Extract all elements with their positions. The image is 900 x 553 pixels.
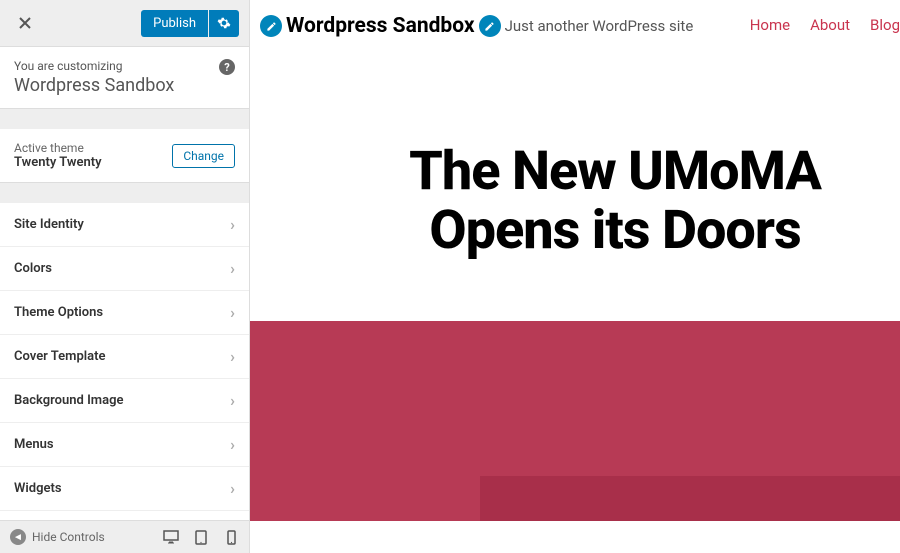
active-theme-label: Active theme (14, 141, 102, 155)
publish-group: Publish (141, 10, 239, 37)
section-menus[interactable]: Menus › (0, 423, 249, 467)
tablet-icon[interactable] (193, 529, 209, 545)
pencil-icon (266, 21, 277, 32)
theme-name: Twenty Twenty (14, 155, 102, 170)
hero-image-band (250, 321, 900, 521)
chevron-right-icon: › (230, 479, 235, 498)
site-title: Wordpress Sandbox (286, 14, 475, 38)
collapse-icon: ◄ (10, 529, 26, 545)
hide-controls-button[interactable]: ◄ Hide Controls (10, 529, 105, 545)
chevron-right-icon: › (230, 259, 235, 278)
device-preview-group (163, 529, 239, 545)
nav-link-about[interactable]: About (810, 16, 850, 34)
help-icon[interactable]: ? (219, 59, 235, 75)
pencil-icon (484, 21, 495, 32)
change-theme-button[interactable]: Change (172, 144, 235, 168)
preview-pane: Wordpress Sandbox Just another WordPress… (250, 0, 900, 553)
primary-nav: Home About Blog (750, 16, 900, 34)
chevron-right-icon: › (230, 347, 235, 366)
mobile-icon[interactable] (223, 529, 239, 545)
customizing-site-title: Wordpress Sandbox (14, 75, 235, 96)
sidebar-top-bar: Publish (0, 0, 249, 47)
section-widgets[interactable]: Widgets › (0, 467, 249, 511)
section-label: Colors (14, 261, 52, 276)
close-button[interactable] (10, 8, 40, 38)
sidebar-footer: ◄ Hide Controls (0, 520, 249, 553)
section-label: Theme Options (14, 305, 103, 320)
section-homepage-settings[interactable]: Homepage Settings› (0, 511, 249, 520)
section-label: Widgets (14, 481, 62, 496)
nav-link-blog[interactable]: Blog (870, 16, 900, 34)
customizing-panel: You are customizing Wordpress Sandbox ? (0, 47, 249, 109)
edit-shortcut-title[interactable] (260, 15, 282, 37)
site-tagline: Just another WordPress site (505, 17, 694, 35)
section-label: Background Image (14, 393, 123, 408)
section-site-identity[interactable]: Site Identity › (0, 203, 249, 247)
theme-info: Active theme Twenty Twenty (14, 141, 102, 170)
section-cover-template[interactable]: Cover Template › (0, 335, 249, 379)
publish-button[interactable]: Publish (141, 10, 208, 37)
hero-overlay (480, 476, 900, 521)
chevron-right-icon: › (230, 303, 235, 322)
section-label: Cover Template (14, 349, 106, 364)
nav-link-home[interactable]: Home (750, 16, 790, 34)
gear-icon (217, 16, 231, 30)
hide-controls-label: Hide Controls (32, 530, 105, 544)
chevron-right-icon: › (230, 215, 235, 234)
desktop-icon[interactable] (163, 529, 179, 545)
section-label: Site Identity (14, 217, 84, 232)
close-icon (19, 17, 31, 29)
customizer-sidebar: Publish You are customizing Wordpress Sa… (0, 0, 250, 553)
section-theme-options[interactable]: Theme Options › (0, 291, 249, 335)
section-background-image[interactable]: Background Image › (0, 379, 249, 423)
section-colors[interactable]: Colors › (0, 247, 249, 291)
edit-shortcut-tagline[interactable] (479, 15, 501, 37)
sections-list: Site Identity › Colors › Theme Options › Co… (0, 203, 249, 520)
hero-title: The New UMoMA Opens its Doors (250, 52, 900, 321)
section-label: Menus (14, 437, 54, 452)
publish-settings-button[interactable] (209, 10, 239, 37)
chevron-right-icon: › (230, 435, 235, 454)
customizing-label: You are customizing (14, 59, 235, 73)
chevron-right-icon: › (230, 391, 235, 410)
active-theme-panel: Active theme Twenty Twenty Change (0, 129, 249, 183)
